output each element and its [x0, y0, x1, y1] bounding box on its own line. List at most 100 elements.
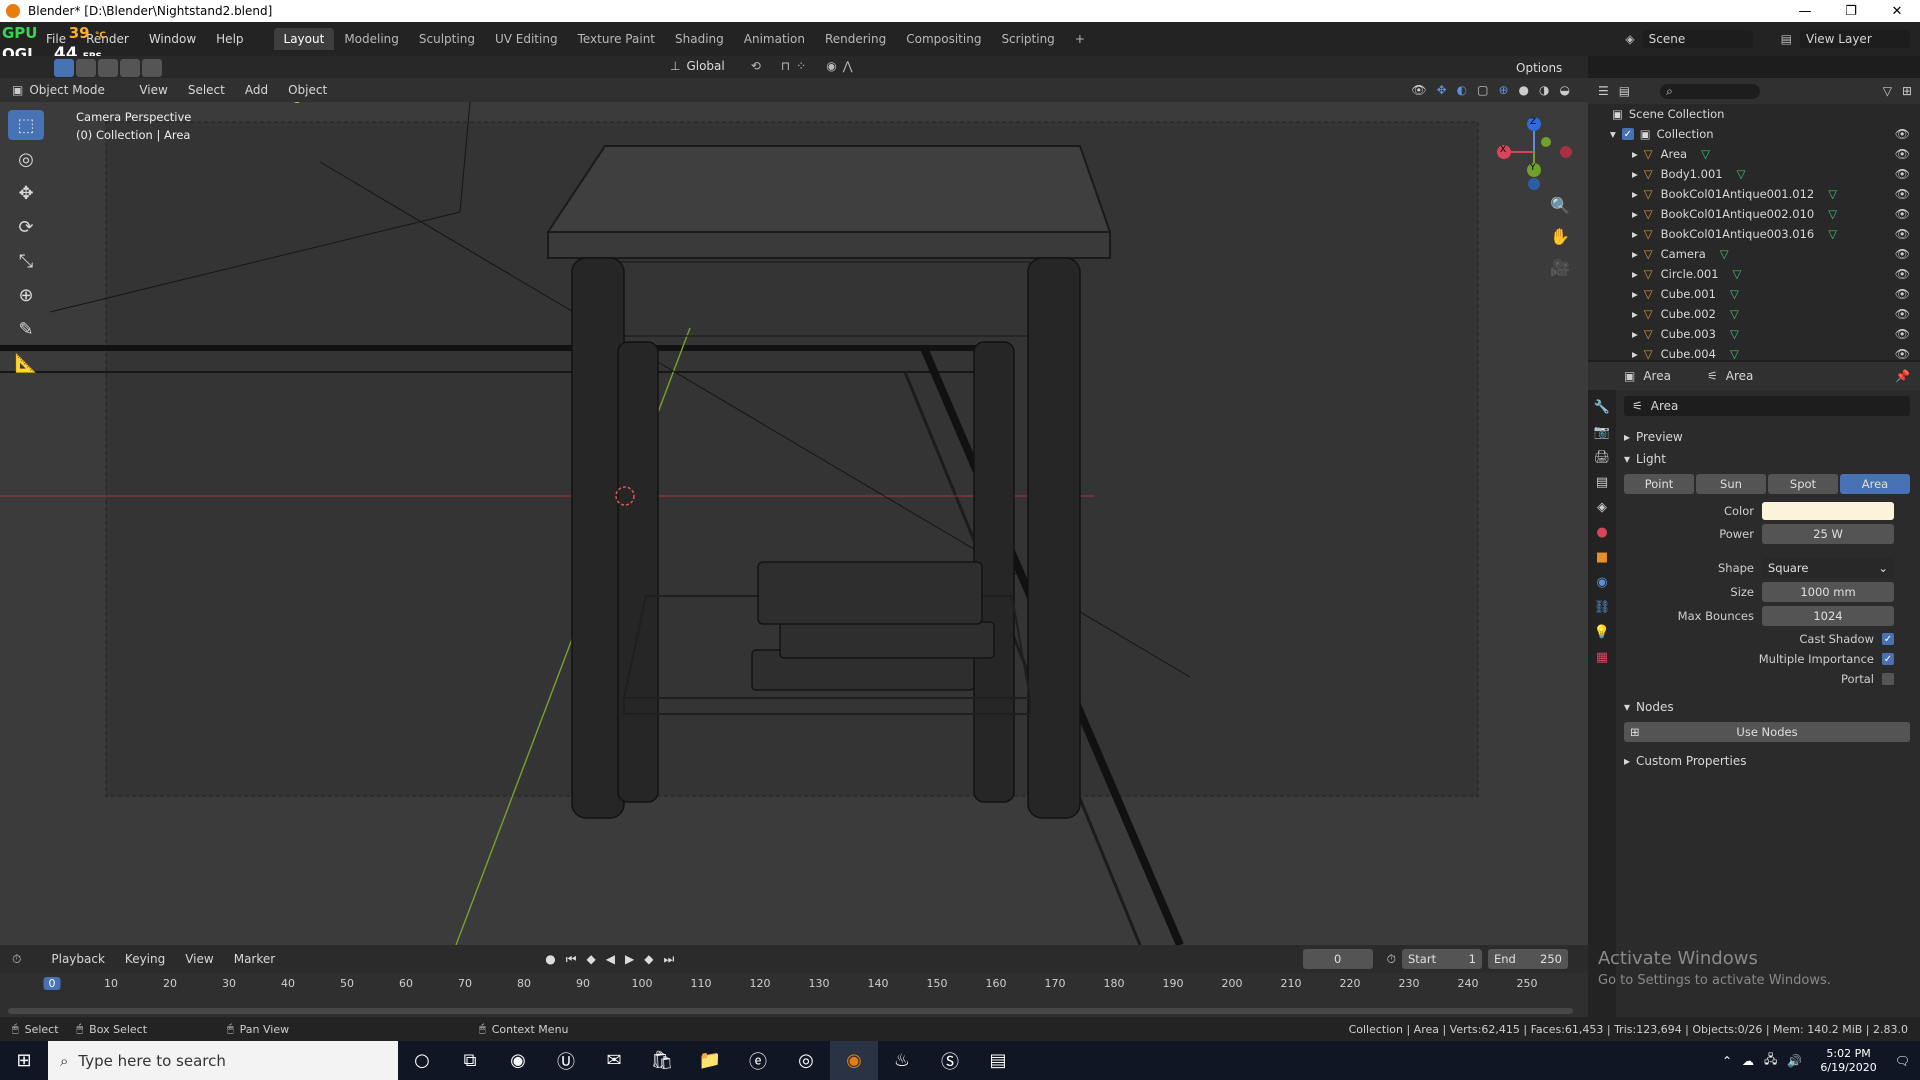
select-mode-new-icon[interactable]	[54, 59, 74, 77]
outliner-item[interactable]: ▸ ▽ Body1.001 ▽ 👁	[1588, 164, 1920, 184]
data-icon[interactable]: ▽	[1733, 267, 1742, 281]
timeline-marker-menu[interactable]: Marker	[224, 952, 285, 966]
eye-icon[interactable]: 👁	[1895, 267, 1910, 281]
proportional-edit-icon[interactable]: ◉	[826, 59, 836, 73]
navigation-gizmo[interactable]: Z Y X	[1494, 112, 1574, 192]
tab-compositing[interactable]: Compositing	[896, 28, 991, 50]
viewport-menu-view[interactable]: View	[129, 83, 177, 97]
view-layer-selector[interactable]: View Layer	[1800, 30, 1910, 48]
timeline-view-menu[interactable]: View	[175, 952, 223, 966]
max-bounces-field[interactable]: 1024	[1762, 606, 1894, 626]
texture-tab-icon[interactable]: ▦	[1596, 650, 1608, 665]
scale-tool-icon[interactable]: ⤡	[8, 246, 44, 276]
taskbar-time[interactable]: 5:02 PM	[1820, 1047, 1876, 1061]
outliner-item[interactable]: ▸ ▽ Camera ▽ 👁	[1588, 244, 1920, 264]
outliner-item[interactable]: ▸ ▽ Cube.003 ▽ 👁	[1588, 324, 1920, 344]
scene-tab-icon[interactable]: ◈	[1597, 500, 1607, 515]
object-mode-dropdown[interactable]: Object Mode	[29, 83, 129, 97]
unreal-icon[interactable]: Ⓤ	[542, 1041, 590, 1080]
tab-modeling[interactable]: Modeling	[334, 28, 409, 50]
light-type-spot-button[interactable]: Spot	[1768, 474, 1838, 494]
current-frame-field[interactable]: 0	[1302, 949, 1373, 969]
cursor-tool-icon[interactable]: ◎	[8, 144, 44, 174]
eye-icon[interactable]: 👁	[1895, 307, 1910, 321]
network-icon[interactable]: 🖧	[1764, 1050, 1777, 1071]
cast-shadow-checkbox[interactable]: ✓	[1882, 633, 1894, 645]
eye-icon[interactable]: 👁	[1895, 287, 1910, 301]
options-dropdown[interactable]: Options	[1516, 61, 1562, 75]
eye-icon[interactable]: 👁	[1895, 247, 1910, 261]
notifications-icon[interactable]: 🗨	[1895, 1054, 1910, 1068]
eye-icon[interactable]: 👁	[1895, 327, 1910, 341]
view-layer-tab-icon[interactable]: ▤	[1596, 475, 1608, 490]
expand-arrow-icon[interactable]: ▾	[1610, 127, 1616, 141]
world-tab-icon[interactable]: ●	[1596, 525, 1607, 540]
jump-end-icon[interactable]: ⏭	[663, 952, 674, 967]
record-icon[interactable]: ●	[545, 952, 555, 967]
preview-section[interactable]: ▸ Preview	[1624, 426, 1920, 448]
proportional-falloff-icon[interactable]: ⋀	[843, 59, 853, 73]
shape-dropdown[interactable]: Square ⌄	[1762, 558, 1894, 578]
skype-icon[interactable]: Ⓢ	[926, 1041, 974, 1080]
app-window-icon[interactable]: ▤	[974, 1041, 1022, 1080]
eye-icon[interactable]: 👁	[1895, 207, 1910, 221]
scene-selector[interactable]: Scene	[1642, 30, 1753, 48]
maximize-button[interactable]: ❐	[1828, 4, 1874, 19]
data-icon[interactable]: ▽	[1730, 347, 1739, 361]
light-datablock-name[interactable]: Area	[1651, 399, 1679, 413]
next-keyframe-icon[interactable]: ◆	[644, 952, 653, 967]
shading-material-icon[interactable]: ◑	[1539, 83, 1549, 97]
shading-wireframe-icon[interactable]: ⊕	[1498, 83, 1508, 97]
data-icon[interactable]: ▽	[1730, 287, 1739, 301]
editor-type-icon[interactable]: ▣	[12, 83, 23, 97]
outliner-item[interactable]: ▸ ▽ Area ▽ 👁	[1588, 144, 1920, 164]
jump-start-icon[interactable]: ⏮	[566, 952, 577, 967]
data-icon[interactable]: ▽	[1828, 187, 1837, 201]
constraints-tab-icon[interactable]: ⛓	[1594, 600, 1611, 615]
new-collection-icon[interactable]: ⊞	[1902, 84, 1912, 98]
timeline-area[interactable]: 0 10 20 30 40 50 60 70 80 90 100 110 120 130 140 150 160…	[0, 973, 1588, 1017]
timeline-scrollbar[interactable]	[8, 1008, 1573, 1014]
light-data-tab-icon[interactable]: 💡	[1594, 625, 1610, 640]
expand-arrow-icon[interactable]: ▸	[1632, 167, 1638, 181]
pin-icon[interactable]: 📌	[1895, 369, 1910, 383]
file-explorer-icon[interactable]: 📁	[686, 1041, 734, 1080]
light-type-point-button[interactable]: Point	[1624, 474, 1694, 494]
snap-target-icon[interactable]: ⁘	[796, 59, 806, 73]
expand-arrow-icon[interactable]: ▸	[1632, 307, 1638, 321]
select-mode-intersect-icon[interactable]	[142, 59, 162, 77]
tool-tab-icon[interactable]: 🔧	[1594, 400, 1610, 415]
outliner-item[interactable]: ▸ ▽ Cube.001 ▽ 👁	[1588, 284, 1920, 304]
select-mode-subtract-icon[interactable]	[98, 59, 118, 77]
steam-icon[interactable]: ♨	[878, 1041, 926, 1080]
windows-start-icon[interactable]: ⊞	[0, 1041, 48, 1080]
eye-icon[interactable]: 👁	[1895, 127, 1910, 141]
expand-arrow-icon[interactable]: ▸	[1632, 267, 1638, 281]
viewport-menu-select[interactable]: Select	[178, 83, 235, 97]
edge-icon[interactable]: ⓔ	[734, 1041, 782, 1080]
data-icon[interactable]: ▽	[1737, 167, 1746, 181]
tab-layout[interactable]: Layout	[273, 28, 335, 50]
shading-rendered-icon[interactable]: ◒	[1560, 83, 1570, 97]
timeline-editor-icon[interactable]: ⏱	[12, 952, 21, 967]
light-type-area-button[interactable]: Area	[1840, 474, 1910, 494]
cortana-icon[interactable]: ○	[398, 1041, 446, 1080]
end-frame-field[interactable]: End 250	[1488, 949, 1568, 969]
output-tab-icon[interactable]: 🖨	[1594, 450, 1611, 465]
tab-sculpting[interactable]: Sculpting	[409, 28, 485, 50]
tray-chevron-icon[interactable]: ⌃	[1722, 1054, 1732, 1068]
physics-tab-icon[interactable]: ◉	[1596, 575, 1607, 590]
move-tool-icon[interactable]: ✥	[8, 178, 44, 208]
annotate-tool-icon[interactable]: ✎	[8, 314, 44, 344]
color-swatch[interactable]	[1762, 502, 1894, 520]
use-nodes-button[interactable]: ⊞ Use Nodes	[1624, 722, 1910, 742]
collection-row[interactable]: ▾ ✓ ▣ Collection 👁	[1588, 124, 1920, 144]
minimize-button[interactable]: —	[1782, 4, 1828, 19]
eye-icon[interactable]: 👁	[1895, 227, 1910, 241]
outliner-item[interactable]: ▸ ▽ BookCol01Antique003.016 ▽ 👁	[1588, 224, 1920, 244]
timeline-keying-menu[interactable]: Keying	[115, 952, 175, 966]
viewport-menu-add[interactable]: Add	[235, 83, 278, 97]
filter-icon[interactable]: ▽	[1883, 84, 1892, 98]
play-reverse-icon[interactable]: ◀	[606, 952, 615, 967]
tab-texture-paint[interactable]: Texture Paint	[568, 28, 665, 50]
